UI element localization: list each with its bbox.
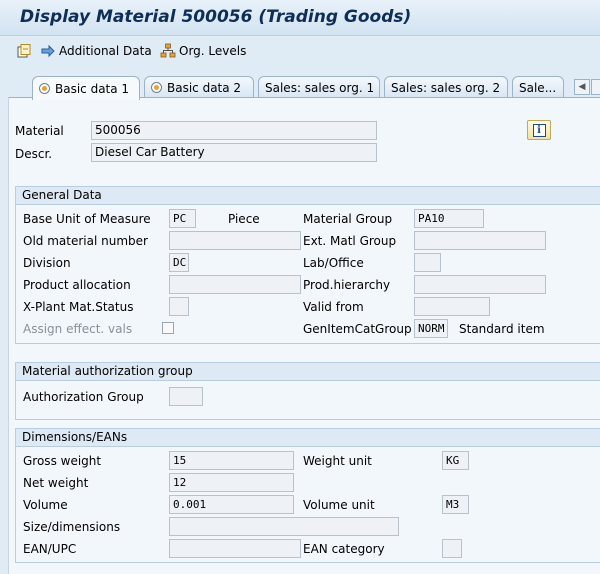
ean-upc-field[interactable] (169, 539, 301, 558)
xplant-status-label: X-Plant Mat.Status (23, 300, 134, 314)
volume-label: Volume (23, 498, 68, 512)
weight-unit-label: Weight unit (303, 454, 372, 468)
old-material-field[interactable] (169, 231, 301, 250)
tab-content-basic-data-1: Material 500056 Descr. Diesel Car Batter… (8, 97, 600, 574)
assign-effect-vals-label: Assign effect. vals (23, 322, 133, 336)
ean-upc-label: EAN/UPC (23, 542, 77, 556)
tab-basic-data-2[interactable]: Basic data 2 (144, 76, 254, 98)
base-uom-text: Piece (228, 212, 260, 226)
authorization-group-label: Authorization Group (23, 390, 144, 404)
valid-from-field[interactable] (414, 297, 490, 316)
tab-scroll-left-button[interactable]: ◀ (574, 79, 590, 95)
base-uom-field[interactable]: PC (169, 209, 196, 228)
general-data-title: General Data (16, 187, 600, 205)
arrow-right-icon (41, 44, 55, 58)
descr-label: Descr. (15, 147, 53, 161)
title-bar: Display Material 500056 (Trading Goods) (0, 0, 600, 36)
tab-strip: Basic data 1 Basic data 2 Sales: sales o… (0, 76, 600, 100)
ean-category-label: EAN category (303, 542, 385, 556)
material-group-field[interactable]: PA10 (414, 209, 484, 228)
material-group-label: Material Group (303, 212, 393, 226)
tab-label: Basic data 1 (55, 81, 130, 96)
tab-label: Sales: sales org. 2 (391, 80, 501, 95)
genitemcatgroup-field[interactable]: NORM (414, 319, 448, 338)
tab-status-icon (39, 83, 50, 94)
tab-label: Sales: sales org. 1 (265, 80, 375, 95)
product-allocation-label: Product allocation (23, 278, 131, 292)
division-label: Division (23, 256, 71, 270)
base-uom-label: Base Unit of Measure (23, 212, 151, 226)
tab-sales-org-2[interactable]: Sales: sales org. 2 (384, 76, 508, 98)
application-toolbar: Additional Data Org. Levels (0, 36, 600, 66)
info-button[interactable]: i (527, 120, 551, 140)
tab-label: Sale... (519, 80, 557, 95)
tab-basic-data-1[interactable]: Basic data 1 (32, 76, 140, 100)
authorization-group-box: Material authorization group Authorizati… (15, 362, 600, 420)
dimensions-eans-title: Dimensions/EANs (16, 429, 600, 447)
weight-unit-field[interactable]: KG (442, 451, 469, 470)
authorization-group-field[interactable] (169, 387, 203, 406)
size-dimensions-label: Size/dimensions (23, 520, 121, 534)
old-material-label: Old material number (23, 234, 148, 248)
product-allocation-field[interactable] (169, 275, 301, 294)
description-field[interactable]: Diesel Car Battery (91, 143, 377, 162)
gross-weight-label: Gross weight (23, 454, 102, 468)
lab-office-label: Lab/Office (303, 256, 364, 270)
dimensions-eans-group: Dimensions/EANs Gross weight 15 Weight u… (15, 428, 600, 563)
size-dimensions-field[interactable] (169, 517, 399, 536)
authorization-group-title: Material authorization group (16, 363, 600, 381)
document-switch-icon (17, 44, 31, 58)
info-icon: i (532, 123, 546, 137)
ext-matl-group-label: Ext. Matl Group (303, 234, 397, 248)
window-title: Display Material 500056 (Trading Goods) (20, 7, 412, 27)
material-label: Material (15, 124, 64, 138)
chevron-left-icon: ◀ (578, 82, 586, 92)
tab-sales-more[interactable]: Sale... (512, 76, 564, 98)
org-hierarchy-icon (160, 43, 176, 58)
ext-matl-group-field[interactable] (414, 231, 546, 250)
gross-weight-field[interactable]: 15 (169, 451, 294, 470)
additional-data-button[interactable]: Additional Data (40, 41, 152, 61)
other-material-button[interactable] (16, 41, 32, 61)
org-levels-label: Org. Levels (179, 44, 247, 58)
xplant-status-field[interactable] (169, 297, 189, 316)
division-field[interactable]: DC (169, 253, 189, 272)
additional-data-label: Additional Data (59, 44, 152, 58)
tab-status-icon (151, 82, 162, 93)
tab-label: Basic data 2 (167, 80, 242, 95)
volume-field[interactable]: 0.001 (169, 495, 294, 514)
tab-scroll-right-button[interactable] (591, 79, 600, 95)
prod-hierarchy-label: Prod.hierarchy (303, 278, 391, 292)
net-weight-label: Net weight (23, 476, 89, 490)
general-data-group: General Data Base Unit of Measure PC Pie… (15, 186, 600, 344)
org-levels-button[interactable]: Org. Levels (160, 41, 246, 61)
genitemcatgroup-label: GenItemCatGroup (303, 322, 412, 336)
genitemcatgroup-text: Standard item (459, 322, 545, 336)
net-weight-field[interactable]: 12 (169, 473, 294, 492)
lab-office-field[interactable] (414, 253, 441, 272)
valid-from-label: Valid from (303, 300, 364, 314)
prod-hierarchy-field[interactable] (414, 275, 546, 294)
tab-sales-org-1[interactable]: Sales: sales org. 1 (258, 76, 380, 98)
volume-unit-label: Volume unit (303, 498, 375, 512)
volume-unit-field[interactable]: M3 (442, 495, 469, 514)
material-field[interactable]: 500056 (91, 121, 377, 140)
assign-effect-vals-checkbox[interactable] (162, 322, 174, 334)
ean-category-field[interactable] (442, 539, 462, 558)
